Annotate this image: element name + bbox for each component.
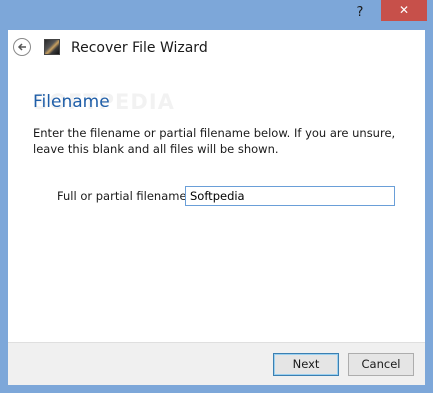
wizard-content: SOFTPEDIA Filename Enter the filename or… <box>8 70 425 342</box>
back-button[interactable] <box>13 38 31 56</box>
cancel-button[interactable]: Cancel <box>348 353 414 376</box>
title-bar: ? ✕ <box>0 0 433 30</box>
page-description: Enter the filename or partial filename b… <box>33 126 396 156</box>
wizard-footer: Next Cancel <box>8 342 425 385</box>
close-button[interactable]: ✕ <box>381 0 427 21</box>
page-title: Filename <box>33 92 110 112</box>
next-button[interactable]: Next <box>273 353 339 376</box>
recover-file-wizard-window: ? ✕ Recover File Wizard SOFTPEDIA Filena… <box>0 0 433 393</box>
filename-input[interactable] <box>185 186 395 206</box>
recover-file-app-icon <box>44 39 60 55</box>
filename-field-label: Full or partial filename: <box>57 189 191 203</box>
wizard-title: Recover File Wizard <box>71 40 208 56</box>
wizard-header: Recover File Wizard <box>8 30 425 70</box>
back-arrow-icon <box>17 43 26 51</box>
help-button[interactable]: ? <box>350 4 370 22</box>
